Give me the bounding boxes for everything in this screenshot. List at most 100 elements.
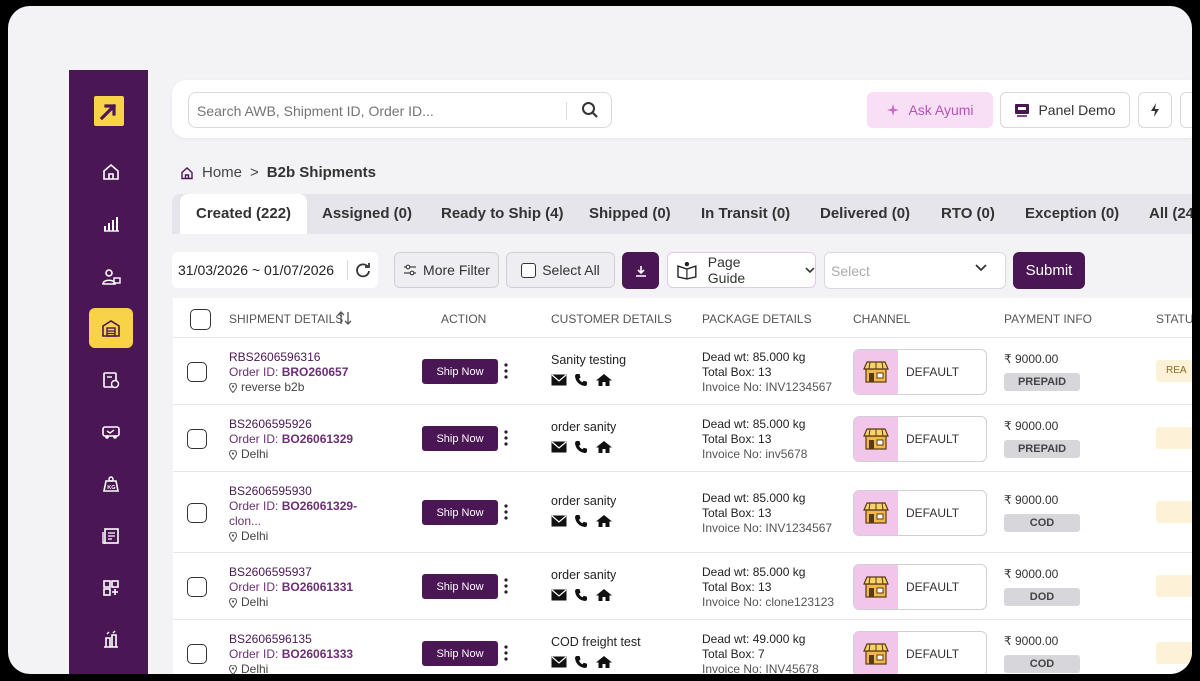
search-input[interactable] (197, 100, 557, 122)
users-icon[interactable] (89, 257, 133, 297)
phone-icon[interactable] (574, 655, 588, 669)
row-checkbox[interactable] (187, 362, 207, 382)
more-options-icon[interactable] (503, 504, 509, 520)
awb-link[interactable]: BS2606596135 (229, 632, 353, 647)
delivery-icon[interactable] (89, 412, 133, 452)
table-row[interactable]: BS2606595926 Order ID: BO26061329 Delhi … (173, 406, 1192, 472)
address-home-icon[interactable] (595, 373, 613, 387)
phone-icon[interactable] (574, 514, 588, 528)
table-row[interactable]: BS2606595930 Order ID: BO26061329- clon.… (173, 473, 1192, 553)
ship-now-button[interactable]: Ship Now (422, 574, 498, 599)
home-icon[interactable] (180, 166, 194, 180)
status-badge (1156, 427, 1192, 449)
tab-assigned[interactable]: Assigned (0) (322, 194, 412, 234)
row-checkbox[interactable] (187, 503, 207, 523)
awb-link[interactable]: RBS2606596316 (229, 350, 348, 365)
ship-now-button[interactable]: Ship Now (422, 359, 498, 384)
phone-icon[interactable] (574, 373, 588, 387)
column-channel: CHANNEL (853, 312, 911, 326)
mail-icon[interactable] (551, 441, 567, 453)
total-box: Total Box: 13 (702, 365, 772, 379)
chevron-down-icon (805, 267, 815, 273)
package-details: Dead wt: 49.000 kg Total Box: 7 Invoice … (702, 632, 819, 674)
submit-button[interactable]: Submit (1013, 252, 1085, 289)
analytics-icon[interactable] (89, 204, 133, 244)
more-options-icon[interactable] (503, 578, 509, 594)
ship-now-button[interactable]: Ship Now (422, 641, 498, 666)
status-badge (1156, 575, 1192, 597)
more-options-icon[interactable] (503, 363, 509, 379)
home-icon[interactable] (89, 152, 133, 192)
quick-action-button[interactable] (1138, 92, 1172, 128)
orders-icon[interactable] (89, 360, 133, 400)
action-select[interactable]: Select (824, 252, 1006, 289)
weight-icon[interactable]: KG (89, 464, 133, 504)
phone-icon[interactable] (574, 588, 588, 602)
billing-icon[interactable] (89, 516, 133, 556)
address-home-icon[interactable] (595, 514, 613, 528)
awb-link[interactable]: BS2606595937 (229, 565, 353, 580)
address-home-icon[interactable] (595, 440, 613, 454)
table-row[interactable]: RBS2606596316 Order ID: BRO260657 revers… (173, 339, 1192, 405)
date-range-value: 31/03/2026 ~ 01/07/2026 (178, 262, 335, 278)
tab-shipped[interactable]: Shipped (0) (589, 194, 671, 234)
table-row[interactable]: BS2606596135 Order ID: BO26061333 Delhi … (173, 621, 1192, 674)
download-button[interactable] (622, 252, 659, 289)
row-checkbox[interactable] (187, 429, 207, 449)
tab-rto[interactable]: RTO (0) (941, 194, 995, 234)
awb-link[interactable]: BS2606595926 (229, 417, 353, 432)
mail-icon[interactable] (551, 589, 567, 601)
warehouse-icon[interactable] (89, 308, 133, 348)
refresh-icon[interactable] (354, 261, 372, 279)
status-badge (1156, 501, 1192, 523)
tab-exception[interactable]: Exception (0) (1025, 194, 1119, 234)
mail-icon[interactable] (551, 374, 567, 386)
table-row[interactable]: BS2606595937 Order ID: BO26061331 Delhi … (173, 554, 1192, 620)
search-bar[interactable] (188, 92, 612, 128)
select-all-checkbox[interactable] (521, 262, 537, 278)
location-pin-icon (229, 449, 237, 460)
filter-sliders-icon (404, 264, 417, 276)
ask-ayumi-button[interactable]: Ask Ayumi (867, 92, 993, 128)
tab-ready-to-ship[interactable]: Ready to Ship (4) (441, 194, 564, 234)
channels-icon[interactable] (89, 568, 133, 608)
channel-badge: DEFAULT (853, 416, 987, 462)
row-checkbox[interactable] (187, 577, 207, 597)
tab-all[interactable]: All (248 (1149, 194, 1192, 234)
column-package-details: PACKAGE DETAILS (702, 312, 812, 326)
more-header-button[interactable] (1180, 92, 1192, 128)
page-guide-dropdown[interactable]: Page Guide (667, 252, 816, 288)
select-all-button[interactable]: Select All (506, 252, 615, 288)
phone-icon[interactable] (574, 440, 588, 454)
ship-now-button[interactable]: Ship Now (422, 426, 498, 451)
header-checkbox[interactable] (190, 309, 211, 330)
location-text: Delhi (241, 447, 269, 461)
select-all-label: Select All (542, 262, 600, 278)
payment-amount: ₹ 9000.00 (1004, 493, 1059, 507)
address-home-icon[interactable] (595, 588, 613, 602)
package-details: Dead wt: 85.000 kg Total Box: 13 Invoice… (702, 417, 807, 462)
search-icon[interactable] (581, 101, 599, 119)
page-guide-label: Page Guide (707, 254, 746, 286)
breadcrumb-home[interactable]: Home (202, 164, 242, 181)
ship-now-button[interactable]: Ship Now (422, 500, 498, 525)
breadcrumb: Home > B2b Shipments (180, 164, 376, 181)
address-home-icon[interactable] (595, 655, 613, 669)
row-checkbox[interactable] (187, 644, 207, 664)
tab-created[interactable]: Created (222) (180, 194, 308, 234)
more-options-icon[interactable] (503, 645, 509, 661)
tab-in-transit[interactable]: In Transit (0) (701, 194, 790, 234)
more-filter-button[interactable]: More Filter (394, 252, 499, 288)
logo[interactable] (94, 96, 124, 126)
date-range-picker[interactable]: 31/03/2026 ~ 01/07/2026 (172, 252, 378, 288)
awb-link[interactable]: BS2606595930 (229, 484, 357, 499)
download-icon (635, 265, 646, 277)
more-options-icon[interactable] (503, 430, 509, 446)
tab-delivered[interactable]: Delivered (0) (820, 194, 910, 234)
sort-icon[interactable] (337, 310, 353, 326)
mail-icon[interactable] (551, 656, 567, 668)
mail-icon[interactable] (551, 515, 567, 527)
panel-demo-button[interactable]: Panel Demo (1000, 92, 1130, 128)
date-divider (347, 260, 348, 280)
tools-icon[interactable] (89, 620, 133, 660)
